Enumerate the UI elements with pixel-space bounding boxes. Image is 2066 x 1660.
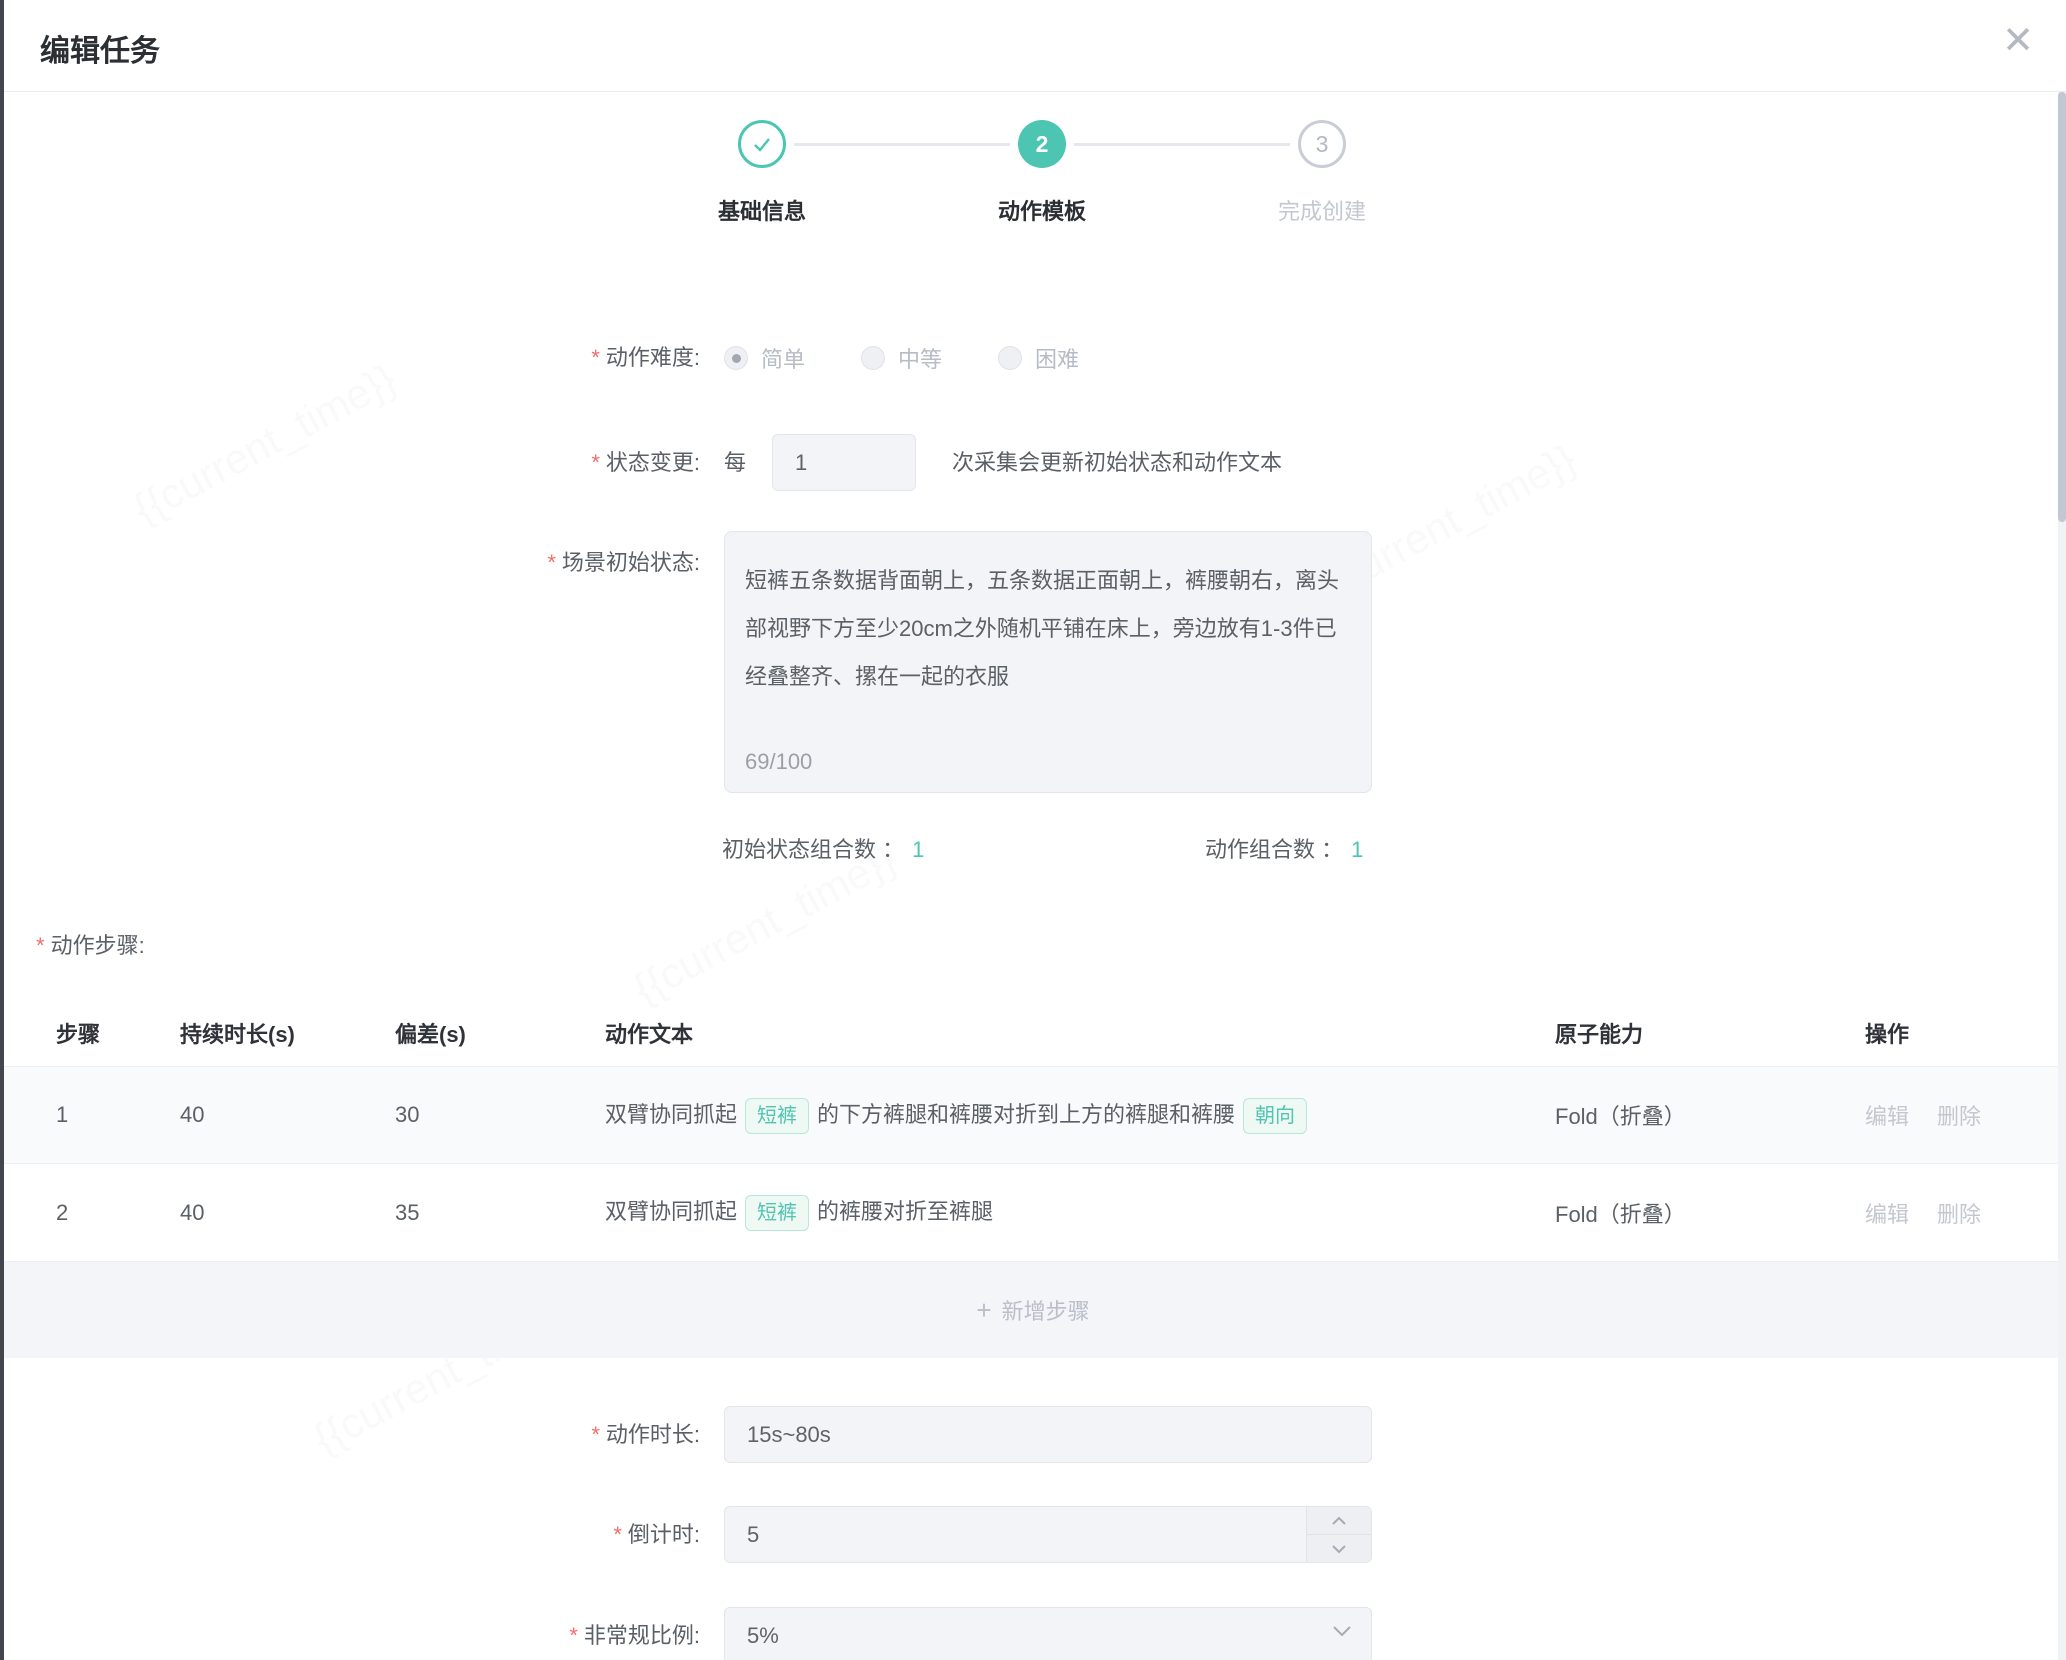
unusual-ratio-select[interactable]: 5% xyxy=(724,1607,1372,1660)
object-tag: 短裤 xyxy=(745,1098,809,1134)
cell-step: 1 xyxy=(56,1102,180,1128)
action-duration-label: *动作时长: xyxy=(0,1406,700,1463)
initial-state-textarea[interactable]: 短裤五条数据背面朝上，五条数据正面朝上，裤腰朝右，离头部视野下方至少20cm之外… xyxy=(724,531,1372,793)
cell-duration: 40 xyxy=(180,1200,395,1226)
table-header-row: 步骤 持续时长(s) 偏差(s) 动作文本 原子能力 操作 xyxy=(0,1000,2066,1066)
required-star: * xyxy=(591,345,600,370)
dialog-title: 编辑任务 xyxy=(40,26,160,70)
col-header-ability: 原子能力 xyxy=(1555,1017,1865,1049)
close-icon[interactable]: ✕ xyxy=(2002,22,2034,60)
plus-icon: + xyxy=(976,1297,991,1323)
combo-counts-row: 初始状态组合数 ：1 动作组合数 ：1 xyxy=(0,828,2066,872)
step-3-pending-circle: 3 xyxy=(1298,120,1346,168)
radio-circle-selected xyxy=(724,346,748,370)
step-number: 3 xyxy=(1316,131,1329,158)
step-1-done-circle xyxy=(738,120,786,168)
cell-actions: 编辑 删除 xyxy=(1865,1197,2066,1229)
cell-ability: Fold（折叠） xyxy=(1555,1099,1865,1131)
chevron-down-icon xyxy=(1331,1624,1353,1638)
step-2-active-circle: 2 xyxy=(1018,120,1066,168)
state-change-label: *状态变更: xyxy=(0,434,700,491)
action-combo-value: 1 xyxy=(1351,837,1363,862)
initial-state-textarea-wrap: 短裤五条数据背面朝上，五条数据正面朝上，裤腰朝右，离头部视野下方至少20cm之外… xyxy=(724,531,1372,793)
difficulty-row: *动作难度: 简单 中等 困难 xyxy=(0,338,2066,378)
initial-combo-count: 初始状态组合数 ：1 xyxy=(722,828,924,872)
action-duration-input[interactable]: 15s~80s xyxy=(724,1406,1372,1463)
countdown-row: *倒计时: 5 xyxy=(0,1506,2066,1563)
delete-link[interactable]: 删除 xyxy=(1937,1197,1981,1229)
radio-hard[interactable]: 困难 xyxy=(998,342,1079,374)
state-change-row: *状态变更: 每 1 次采集会更新初始状态和动作文本 xyxy=(0,434,2066,491)
delete-link[interactable]: 删除 xyxy=(1937,1099,1981,1131)
action-duration-row: *动作时长: 15s~80s xyxy=(0,1406,2066,1463)
cell-deviation: 30 xyxy=(395,1102,605,1128)
char-counter: 69/100 xyxy=(745,749,812,775)
cell-duration: 40 xyxy=(180,1102,395,1128)
increment-button[interactable] xyxy=(1307,1507,1371,1535)
window-left-edge xyxy=(0,0,4,1660)
add-step-button[interactable]: + 新增步骤 xyxy=(0,1262,2066,1358)
col-header-actions: 操作 xyxy=(1865,1017,2066,1049)
required-star: * xyxy=(569,1623,578,1648)
radio-circle xyxy=(861,346,885,370)
required-star: * xyxy=(36,933,45,958)
scrollbar-thumb[interactable] xyxy=(2058,92,2066,522)
col-header-deviation: 偏差(s) xyxy=(395,1017,605,1049)
edit-link[interactable]: 编辑 xyxy=(1865,1099,1909,1131)
dialog-header: 编辑任务 ✕ xyxy=(0,0,2066,92)
initial-combo-value: 1 xyxy=(912,837,924,862)
col-header-text: 动作文本 xyxy=(605,1017,1555,1049)
object-tag: 短裤 xyxy=(745,1195,809,1231)
cell-deviation: 35 xyxy=(395,1200,605,1226)
initial-state-label: *场景初始状态: xyxy=(0,545,700,577)
cell-action-text: 双臂协同抓起短裤的裤腰对折至裤腿 xyxy=(605,1194,1555,1231)
unusual-ratio-row: *非常规比例: 5% xyxy=(0,1607,2066,1660)
radio-medium[interactable]: 中等 xyxy=(861,342,942,374)
difficulty-radio-group: 简单 中等 困难 xyxy=(724,338,1079,378)
step-number: 2 xyxy=(1036,131,1049,158)
table-row: 1 40 30 双臂协同抓起短裤的下方裤腿和裤腰对折到上方的裤腿和裤腰朝向 Fo… xyxy=(0,1066,2066,1164)
unusual-ratio-label: *非常规比例: xyxy=(0,1607,700,1660)
add-step-label: 新增步骤 xyxy=(1002,1294,1090,1326)
cell-step: 2 xyxy=(56,1200,180,1226)
cell-action-text: 双臂协同抓起短裤的下方裤腿和裤腰对折到上方的裤腿和裤腰朝向 xyxy=(605,1097,1555,1134)
difficulty-label: *动作难度: xyxy=(0,338,700,378)
radio-circle xyxy=(998,346,1022,370)
countdown-input[interactable]: 5 xyxy=(724,1506,1372,1563)
initial-state-row: *场景初始状态: 短裤五条数据背面朝上，五条数据正面朝上，裤腰朝右，离头部视野下… xyxy=(0,531,2066,793)
required-star: * xyxy=(547,550,556,575)
required-star: * xyxy=(591,1422,600,1447)
edit-link[interactable]: 编辑 xyxy=(1865,1197,1909,1229)
required-star: * xyxy=(591,450,600,475)
col-header-step: 步骤 xyxy=(56,1017,180,1049)
action-steps-table: 步骤 持续时长(s) 偏差(s) 动作文本 原子能力 操作 1 40 30 双臂… xyxy=(0,1000,2066,1358)
step-label-basic-info: 基础信息 xyxy=(642,194,882,226)
chevron-up-icon xyxy=(1331,1516,1347,1526)
cell-ability: Fold（折叠） xyxy=(1555,1197,1865,1229)
radio-easy[interactable]: 简单 xyxy=(724,342,805,374)
check-icon xyxy=(750,132,774,156)
orientation-tag: 朝向 xyxy=(1243,1098,1307,1134)
chevron-down-icon xyxy=(1331,1544,1347,1554)
state-change-suffix: 次采集会更新初始状态和动作文本 xyxy=(952,434,1282,491)
number-stepper xyxy=(1306,1507,1371,1562)
decrement-button[interactable] xyxy=(1307,1535,1371,1562)
required-star: * xyxy=(613,1522,622,1547)
action-combo-count: 动作组合数 ：1 xyxy=(1205,828,1363,872)
countdown-label: *倒计时: xyxy=(0,1506,700,1563)
action-steps-label: *动作步骤: xyxy=(36,928,145,960)
step-label-action-template: 动作模板 xyxy=(922,194,1162,226)
table-row: 2 40 35 双臂协同抓起短裤的裤腰对折至裤腿 Fold（折叠） 编辑 删除 xyxy=(0,1164,2066,1262)
step-connector xyxy=(1074,143,1290,146)
step-connector xyxy=(794,143,1010,146)
edit-task-dialog: {{current_time}} {{current_time}} {{curr… xyxy=(0,0,2066,1660)
state-change-input[interactable]: 1 xyxy=(772,434,916,491)
step-label-finish: 完成创建 xyxy=(1202,194,1442,226)
wizard-stepper: 2 3 基础信息 动作模板 完成创建 xyxy=(0,120,2066,250)
state-change-prefix: 每 xyxy=(724,434,746,491)
cell-actions: 编辑 删除 xyxy=(1865,1099,2066,1131)
col-header-duration: 持续时长(s) xyxy=(180,1017,395,1049)
